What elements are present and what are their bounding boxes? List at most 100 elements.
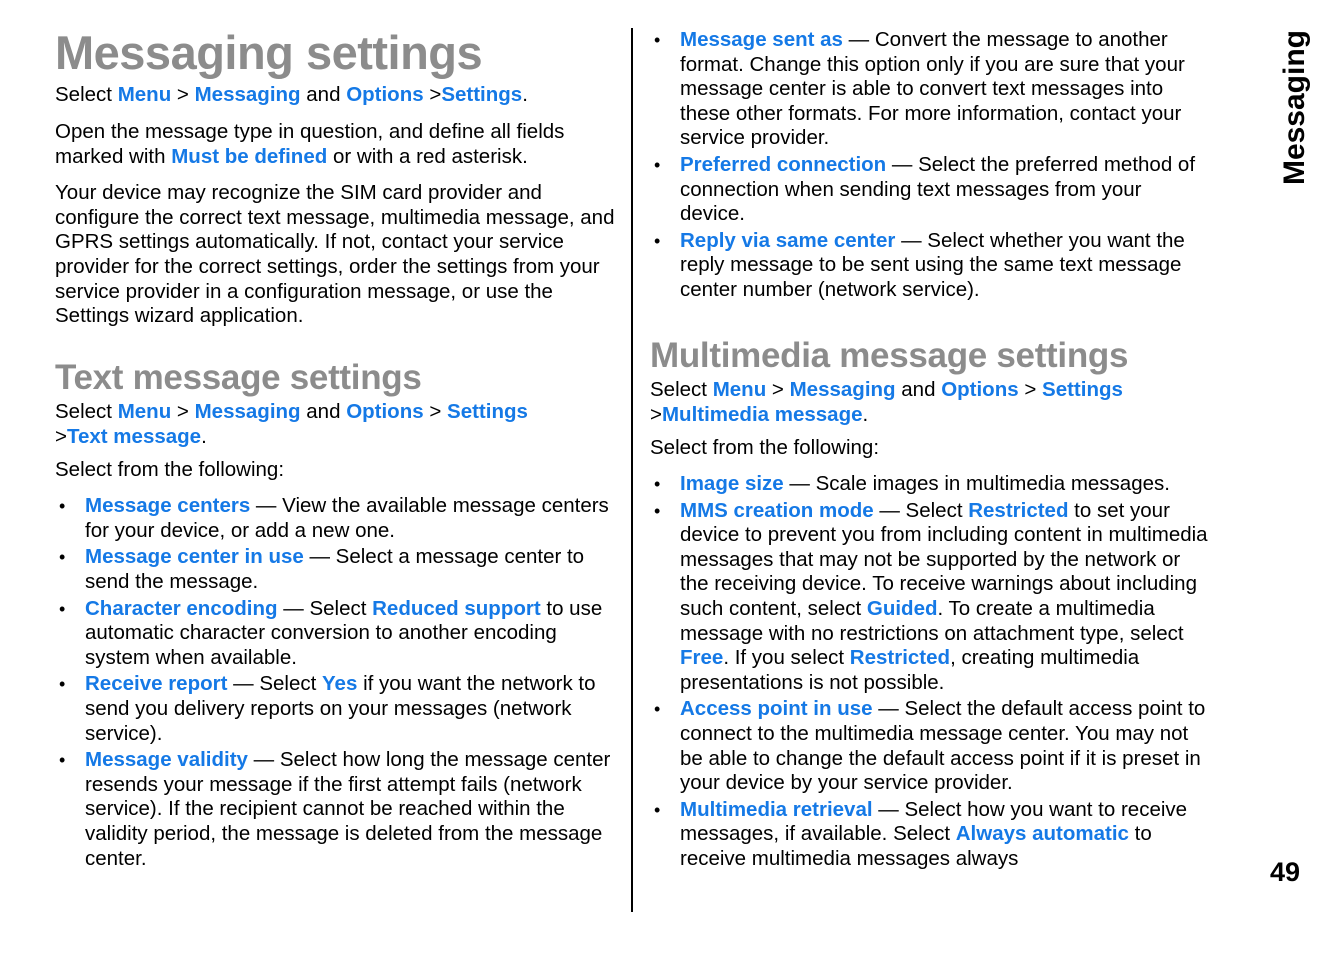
em-dash: —	[872, 797, 905, 821]
path-options: Options	[346, 400, 424, 424]
list-item: Receive report — Select Yes if you want …	[55, 672, 620, 746]
manual-page: Messaging settings Select Menu > Messagi…	[0, 0, 1322, 954]
list-item: Message validity — Select how long the m…	[55, 748, 620, 871]
em-dash: —	[277, 596, 310, 620]
setting-value: Guided	[866, 597, 938, 621]
select-word: Select	[55, 400, 112, 424]
list-item: Character encoding — Select Reduced supp…	[55, 597, 620, 671]
open-text-part-2: or with a red asterisk.	[327, 144, 528, 168]
list-item: Image size — Scale images in multimedia …	[650, 472, 1212, 497]
setting-description: Scale images in multimedia messages.	[816, 472, 1170, 495]
path-period: .	[201, 425, 207, 449]
right-column: Message sent as — Convert the message to…	[650, 28, 1212, 874]
section-title-text-message: Text message settings	[55, 357, 422, 397]
setting-value: Always automatic	[955, 822, 1129, 846]
list-item: Message centers — View the available mes…	[55, 494, 620, 543]
setting-term: Message validity	[85, 748, 248, 772]
chapter-side-tab: Messaging	[1278, 30, 1311, 186]
path-messaging: Messaging	[789, 378, 896, 402]
list-item: Preferred connection — Select the prefer…	[650, 153, 1212, 227]
list-item: Access point in use — Select the default…	[650, 697, 1212, 795]
path-messaging: Messaging	[194, 83, 301, 107]
list-item: Message center in use — Select a message…	[55, 545, 620, 594]
setting-term: Preferred connection	[680, 152, 887, 176]
setting-description-part-1: Select	[259, 672, 323, 696]
setting-value: Yes	[322, 672, 358, 696]
em-dash: —	[895, 228, 928, 252]
setting-term: Multimedia retrieval	[680, 797, 873, 821]
setting-value: Free	[680, 646, 724, 670]
path-sep-3: >	[650, 402, 662, 426]
path-menu: Menu	[117, 83, 172, 107]
column-divider	[631, 28, 633, 912]
setting-description-part-1: Select	[309, 596, 373, 620]
path-settings: Settings	[1042, 378, 1123, 402]
setting-value: Restricted	[968, 498, 1069, 522]
path-messaging: Messaging	[194, 400, 301, 424]
multimedia-path-paragraph: Select Menu > Messaging and Options > Se…	[650, 378, 1212, 427]
setting-description-run: Select	[905, 498, 969, 522]
device-recognize-paragraph: Your device may recognize the SIM card p…	[55, 181, 615, 328]
em-dash: —	[886, 152, 919, 176]
path-and: and	[306, 400, 341, 424]
setting-value: Restricted	[849, 646, 951, 670]
setting-term: Character encoding	[85, 596, 278, 620]
path-and: and	[306, 83, 341, 107]
path-options: Options	[941, 378, 1019, 402]
must-be-defined-term: Must be defined	[171, 144, 328, 168]
em-dash: —	[872, 697, 905, 721]
path-period: .	[862, 402, 869, 426]
select-word: Select	[650, 378, 707, 402]
list-item: MMS creation mode — Select Restricted to…	[650, 499, 1212, 696]
path-menu: Menu	[117, 400, 172, 424]
setting-term: Message centers	[85, 494, 251, 518]
path-settings: Settings	[441, 83, 523, 107]
em-dash: —	[227, 672, 260, 696]
page-title: Messaging settings	[55, 26, 483, 79]
setting-description-run: Scale images in multimedia messages.	[815, 472, 1170, 496]
em-dash: —	[250, 494, 283, 518]
list-item: Message sent as — Convert the message to…	[650, 28, 1212, 151]
path-sep-2: >	[429, 83, 442, 107]
intro-path-paragraph: Select Menu > Messaging and Options >Set…	[55, 83, 620, 108]
path-menu: Menu	[712, 378, 767, 402]
select-word: Select	[55, 83, 112, 107]
section-title-multimedia-message: Multimedia message settings	[650, 335, 1129, 375]
open-message-type-paragraph: Open the message type in question, and d…	[55, 120, 620, 169]
path-sep-1: >	[176, 400, 189, 424]
setting-description: Select Restricted to set your device to …	[680, 499, 1208, 694]
path-multimedia-message: Multimedia message	[661, 402, 863, 426]
text-message-settings-list: Message centers — View the available mes…	[55, 494, 620, 871]
multimedia-settings-list: Image size — Scale images in multimedia …	[650, 472, 1212, 872]
path-sep-3: >	[55, 425, 67, 449]
setting-value: Reduced support	[372, 596, 541, 620]
path-and: and	[901, 378, 936, 402]
path-sep-2: >	[1024, 378, 1037, 402]
select-following-label: Select from the following:	[650, 435, 880, 459]
em-dash: —	[873, 498, 906, 522]
setting-term: Reply via same center	[680, 228, 896, 252]
list-item: Multimedia retrieval — Select how you wa…	[650, 798, 1212, 872]
path-settings: Settings	[447, 400, 528, 424]
text-message-path-paragraph: Select Menu > Messaging and Options > Se…	[55, 400, 620, 449]
path-text-message: Text message	[66, 425, 202, 449]
text-message-settings-list-continued: Message sent as — Convert the message to…	[650, 28, 1212, 303]
setting-term: MMS creation mode	[680, 498, 874, 522]
setting-term: Access point in use	[680, 697, 873, 721]
em-dash: —	[783, 472, 816, 496]
path-sep-1: >	[176, 83, 189, 107]
path-sep-2: >	[429, 400, 442, 424]
setting-term: Image size	[680, 472, 784, 496]
em-dash: —	[247, 748, 280, 772]
setting-description-run: . If you select	[723, 646, 850, 670]
setting-term: Message center in use	[85, 545, 304, 569]
path-period: .	[522, 83, 528, 107]
setting-term: Receive report	[85, 672, 228, 696]
setting-term: Message sent as	[680, 28, 843, 51]
em-dash: —	[842, 28, 875, 51]
list-item: Reply via same center — Select whether y…	[650, 229, 1212, 303]
page-number: 49	[1269, 857, 1300, 887]
em-dash: —	[303, 545, 336, 569]
select-following-label: Select from the following:	[55, 457, 285, 481]
left-column: Messaging settings Select Menu > Messagi…	[55, 28, 620, 873]
